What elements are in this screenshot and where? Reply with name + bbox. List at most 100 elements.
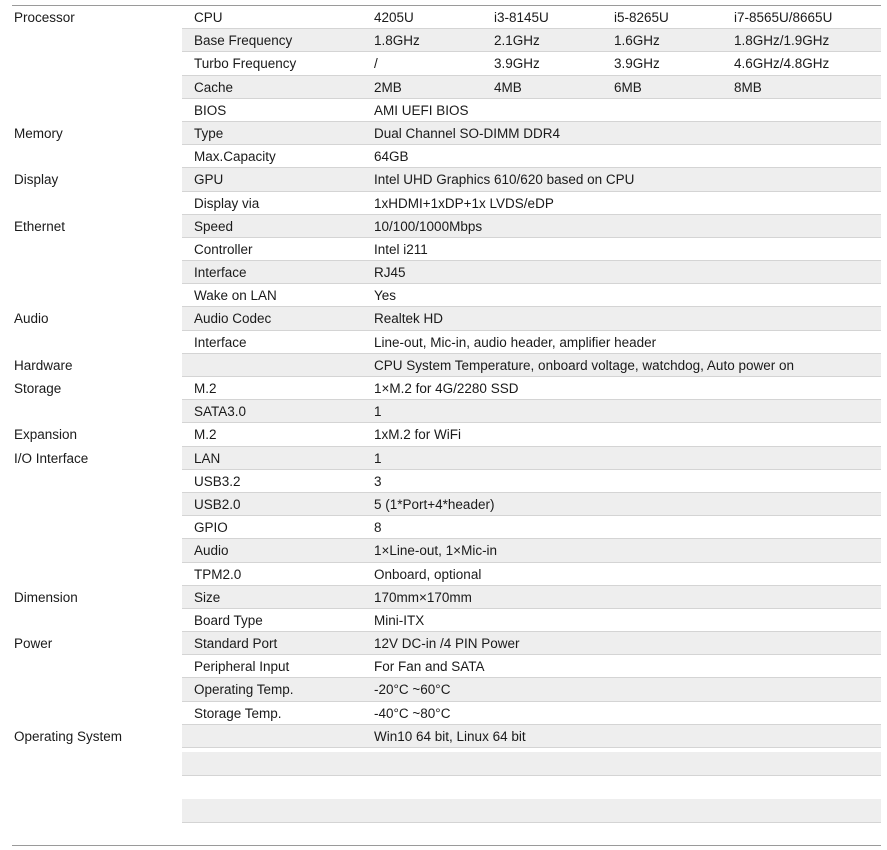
category-label: Storage [14,381,62,396]
spec-label: Peripheral Input [194,659,290,675]
spec-label: CPU [194,10,223,25]
row-background [182,609,881,632]
spec-row: I/O Interface LAN 1 [0,446,881,470]
spec-row: Interface Line-out, Mic-in, audio header,… [0,331,881,354]
spec-row: Power Standard Port 12V DC-in /4 PIN Power [0,632,881,656]
spec-row: Board Type Mini-ITX [0,609,881,633]
spec-label: USB2.0 [194,496,241,512]
spec-label: GPU [194,172,224,188]
row-background [182,446,881,470]
row-background [182,585,881,609]
spec-value: 8MB [734,79,762,95]
spec-row: Base Frequency 1.8GHz 2.1GHz 1.6GHz 1.8GHz/1… [0,29,881,53]
spec-row: Display GPU Intel UHD Graphics 610/620 bas… [0,168,881,192]
category-label: Audio [14,311,49,327]
spec-value: Onboard, optional [374,566,482,582]
spec-value: Line-out, Mic-in, audio header, amplifie… [374,334,657,350]
spec-row: Operating System Win10 64 bit, Linux 64 b… [0,724,881,748]
spec-value: RJ45 [374,265,406,281]
row-background [182,632,881,656]
spec-label: Standard Port [194,636,278,652]
spec-value: 5 (1*Port+4*header) [374,496,495,512]
row-background [182,99,881,122]
spec-value: 1.6GHz [614,33,660,49]
spec-label: USB3.2 [194,473,241,489]
spec-value: 4205U [374,10,414,25]
spec-table: Processor CPU 4205U i3-8145U i5-8265U i7-8565… [0,6,881,748]
spec-value: Win10 64 bit, Linux 64 bit [374,728,526,744]
spec-value: i7-8565U/8665U [734,10,833,25]
empty-row-shaded [182,752,881,775]
row-background [182,238,881,261]
spec-value: 1 [374,450,382,466]
spec-row: GPIO 8 [0,516,881,540]
spec-row: Storage M.2 1×M.2 for 4G/2280 SSD [0,377,881,401]
category-label: Operating System [14,728,123,744]
spec-row: Operating Temp. -20°C ~60°C [0,678,881,702]
empty-row-shaded [182,799,881,822]
spec-value: 2MB [374,79,402,95]
spec-label: Audio [194,543,229,559]
row-background [182,284,881,307]
spec-label: M.2 [194,427,217,443]
spec-value: 64GB [374,149,409,165]
spec-row: Expansion M.2 1xM.2 for WiFi [0,423,881,447]
row-background [182,539,881,563]
spec-value: 4MB [494,79,522,95]
spec-value: -20°C ~60°C [374,682,451,698]
row-background [182,377,881,400]
spec-row: Ethernet Speed 10/100/1000Mbps [0,214,881,238]
spec-row: Dimension Size 170mm×170mm [0,585,881,609]
spec-value: Yes [374,288,397,304]
spec-value: / [374,56,378,72]
category-label: Expansion [14,427,78,443]
spec-value: i5-8265U [614,10,669,25]
spec-value: 3.9GHz [494,56,540,72]
spec-value: 8 [374,520,382,536]
spec-value: Intel UHD Graphics 610/620 based on CPU [374,172,635,188]
spec-value: AMI UEFI BIOS [374,102,469,118]
spec-row: Max.Capacity 64GB [0,145,881,169]
row-background [182,75,881,99]
spec-value: CPU System Temperature, onboard voltage,… [374,357,794,373]
spec-label: LAN [194,450,221,466]
spec-row: Storage Temp. -40°C ~80°C [0,702,881,725]
row-background [182,724,881,748]
spec-row: Hardware CPU System Temperature, onboard … [0,353,881,377]
spec-label: GPIO [194,520,228,536]
spec-label: Interface [194,334,247,350]
category-label: Display [14,172,59,188]
spec-label: TPM2.0 [194,566,242,582]
spec-row: USB3.2 3 [0,470,881,493]
spec-value: 1xHDMI+1xDP+1x LVDS/eDP [374,195,554,211]
spec-row: Controller Intel i211 [0,238,881,262]
spec-value: Mini-ITX [374,612,425,628]
spec-label: Controller [194,241,253,257]
category-label: Power [14,636,53,652]
spec-row: Processor CPU 4205U i3-8145U i5-8265U i7-8565… [0,6,881,30]
row-background [182,470,881,493]
spec-label: Max.Capacity [194,149,276,165]
bottom-rule [12,845,881,846]
spec-label: Size [194,589,221,605]
row-background [182,145,881,168]
spec-value: 1.8GHz [374,33,420,49]
category-label: Ethernet [14,218,66,234]
row-background [182,516,881,539]
spec-row: Display via 1xHDMI+1xDP+1x LVDS/eDP [0,192,881,215]
spec-row: Turbo Frequency / 3.9GHz 3.9GHz 4.6GHz/4.8GH… [0,52,881,76]
category-label: I/O Interface [14,450,89,466]
spec-value: 4.6GHz/4.8GHz [734,56,830,72]
row-background [182,702,881,725]
spec-row: BIOS AMI UEFI BIOS [0,99,881,122]
row-background [182,492,881,517]
spec-value: 1 [374,404,382,420]
row-background [182,563,881,586]
spec-value: 2.1GHz [494,33,540,49]
spec-value: 3.9GHz [614,56,660,72]
row-background [182,400,881,424]
spec-label: Wake on LAN [194,288,277,304]
spec-label: Speed [194,218,234,234]
spec-value: 6MB [614,79,642,95]
spec-row: Audio 1×Line-out, 1×Mic-in [0,539,881,563]
